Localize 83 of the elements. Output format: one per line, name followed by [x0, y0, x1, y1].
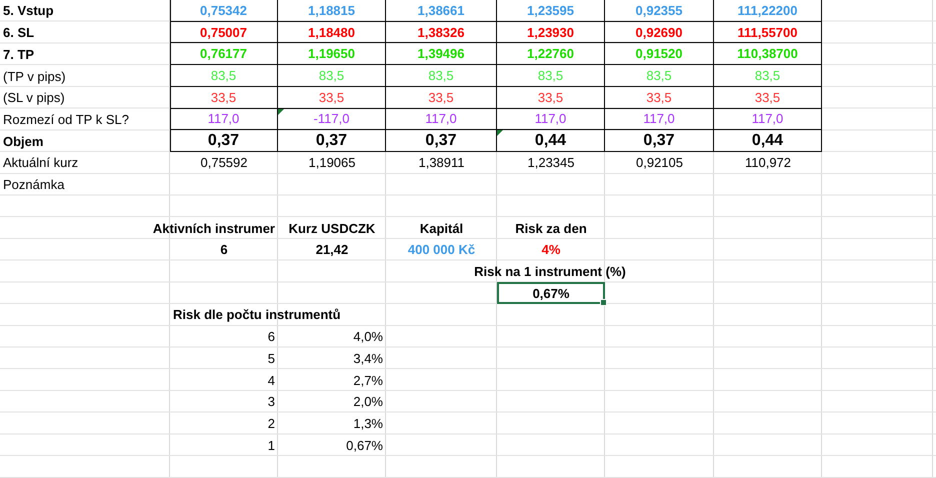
comment-marker-icon — [497, 130, 503, 136]
table-cell: 83,5 — [278, 65, 386, 87]
fill-handle[interactable] — [600, 299, 607, 306]
risk-per-instrument-cell[interactable]: 0,67% — [497, 282, 605, 304]
table-cell: 117,0 — [714, 108, 822, 130]
table-cell: 111,55700 — [714, 22, 822, 44]
table-cell-text: 1,23345 — [526, 154, 576, 172]
column-header: Kurz USDCZK — [288, 220, 376, 238]
table-cell: -117,0 — [278, 108, 386, 130]
row-label: Objem — [2, 132, 44, 151]
comment-marker-icon — [278, 108, 284, 115]
table-cell-text: 0,92105 — [635, 154, 684, 172]
table-cell: 117,0 — [170, 108, 278, 130]
table-cell-text: 6 — [266, 328, 276, 346]
table-cell: 1,23595 — [497, 0, 605, 22]
table-cell: 1,18480 — [278, 22, 386, 44]
table-cell-text: 4,0% — [352, 328, 384, 346]
table-cell: 83,5 — [386, 65, 497, 87]
table-cell: 0,37 — [170, 130, 278, 152]
table-cell: 33,5 — [714, 86, 822, 109]
table-cell-text: 2 — [266, 415, 276, 434]
row-label: (SL v pips) — [2, 89, 66, 108]
table-cell: 33,5 — [386, 86, 497, 109]
table-cell-text: 1,3% — [352, 415, 384, 434]
risk-per-instrument-label: Risk na 1 instrument (%) — [473, 262, 627, 281]
table-cell: 0,92690 — [605, 22, 714, 44]
table-cell: 0,76177 — [170, 43, 278, 66]
table-cell: 111,22200 — [714, 0, 822, 22]
table-cell: 1,22760 — [497, 43, 605, 66]
table-cell: 83,5 — [714, 65, 822, 87]
table-cell-text: 4 — [266, 372, 276, 390]
table-cell: 0,37 — [605, 130, 714, 152]
table-cell: 117,0 — [605, 108, 714, 130]
table-cell: 117,0 — [386, 108, 497, 130]
table-cell: 1,19650 — [278, 43, 386, 66]
table-cell: 0,37 — [278, 130, 386, 152]
column-header: Risk za den — [514, 220, 588, 238]
table-cell-text: 1,38911 — [417, 154, 466, 172]
table-cell: 110,38700 — [714, 43, 822, 66]
table-cell: 33,5 — [170, 86, 278, 109]
table-cell: 1,38661 — [386, 0, 497, 22]
row-label: 5. Vstup — [2, 2, 55, 20]
table-cell-text: 5 — [266, 350, 276, 368]
table-cell: 0,44 — [497, 130, 605, 152]
table-cell-text: 0,67% — [345, 436, 384, 455]
row-label: Aktuální kurz — [2, 154, 80, 172]
table-cell: 33,5 — [605, 86, 714, 109]
table-cell: 0,91520 — [605, 43, 714, 66]
table-cell: 33,5 — [278, 86, 386, 109]
table-cell-text: 3 — [266, 393, 276, 412]
column-header: Aktivních instrumer — [152, 220, 276, 238]
table-cell-text: 1 — [266, 436, 276, 455]
table-cell: 0,75342 — [170, 0, 278, 22]
row-label: 6. SL — [2, 24, 36, 42]
table-cell-text: 1,19065 — [308, 154, 356, 172]
row-label: Rozmezí od TP k SL? — [2, 110, 130, 129]
summary-value: 4% — [540, 241, 562, 260]
table-cell: 83,5 — [497, 65, 605, 87]
table-cell-text: 2,7% — [352, 372, 384, 390]
table-cell: 1,39496 — [386, 43, 497, 66]
row-label: 7. TP — [2, 46, 36, 64]
row-label: Poznámka — [2, 176, 66, 194]
table-cell: 1,18815 — [278, 0, 386, 22]
table-cell-text: 0,75592 — [200, 154, 248, 172]
table-cell: 1,23930 — [497, 22, 605, 44]
summary-value: 6 — [219, 241, 229, 260]
table-cell-text: 110,972 — [744, 154, 792, 172]
table-cell: 0,37 — [386, 130, 497, 152]
summary-value: 400 000 Kč — [406, 241, 476, 260]
table-cell-text: 3,4% — [352, 350, 384, 368]
table-cell-text: 2,0% — [352, 393, 384, 412]
table-cell: 1,38326 — [386, 22, 497, 44]
summary-value: 21,42 — [314, 241, 350, 260]
table-cell: 0,92355 — [605, 0, 714, 22]
row-label: (TP v pips) — [2, 68, 67, 86]
table-cell: 33,5 — [497, 86, 605, 109]
table-cell: 0,44 — [714, 130, 822, 152]
table-cell: 83,5 — [170, 65, 278, 87]
table-cell: 117,0 — [497, 108, 605, 130]
table-cell: 83,5 — [605, 65, 714, 87]
section-title: Risk dle počtu instrumentů — [172, 306, 342, 324]
table-cell: 0,75007 — [170, 22, 278, 44]
column-header: Kapitál — [418, 220, 464, 238]
